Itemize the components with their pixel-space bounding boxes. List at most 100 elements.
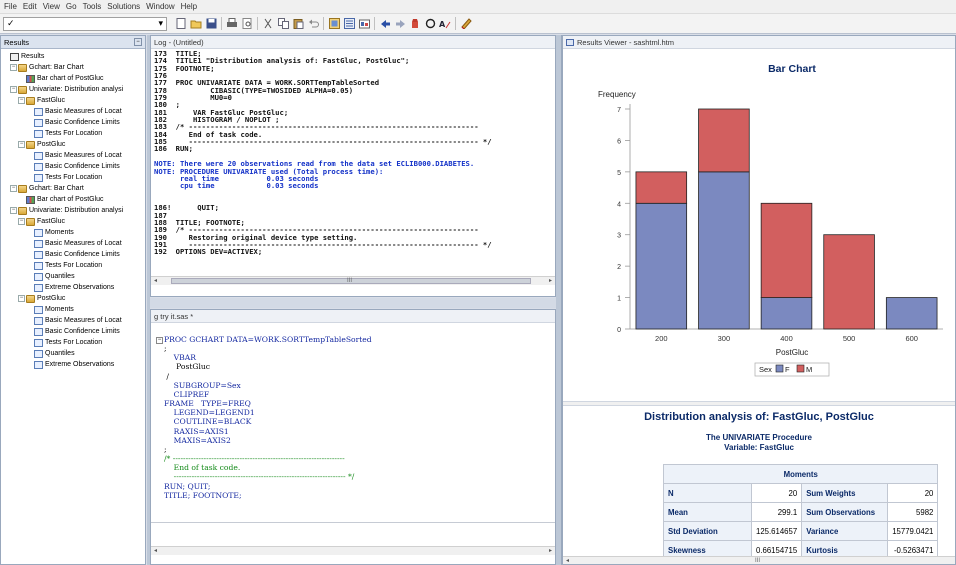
code-line[interactable]: /* -------------------------------------… (164, 454, 555, 463)
code-line[interactable]: COUTLINE=BLACK (164, 417, 555, 426)
tree-item[interactable]: − FastGluc (2, 216, 145, 227)
menu-edit[interactable]: Edit (23, 2, 37, 11)
menu-solutions[interactable]: Solutions (107, 2, 140, 11)
minimize-icon[interactable]: − (134, 38, 142, 46)
tree-item[interactable]: Basic Measures of Locat (2, 106, 145, 117)
menu-file[interactable]: File (4, 2, 17, 11)
command-box[interactable]: ✓ ▾ (3, 16, 167, 31)
log-horizontal-scrollbar[interactable]: ◂ III ▸ (151, 276, 555, 285)
tree-item[interactable]: − Univariate: Distribution analysi (2, 205, 145, 216)
doc-icon (34, 349, 43, 358)
open-icon[interactable] (190, 18, 202, 30)
code-line[interactable]: LEGEND=LEGEND1 (164, 408, 555, 417)
code-line[interactable]: PostGluc (164, 362, 555, 371)
tree-item[interactable]: Bar chart of PostGluc (2, 73, 145, 84)
tree-item[interactable]: Tests For Location (2, 260, 145, 271)
expand-toggle-icon[interactable]: − (18, 141, 25, 148)
menu-help[interactable]: Help (181, 2, 197, 11)
code-line[interactable]: VBAR (164, 353, 555, 362)
tree-item[interactable]: Quantiles (2, 348, 145, 359)
paste-icon[interactable] (292, 18, 304, 30)
code-line[interactable]: ; (164, 344, 555, 353)
tree-item[interactable]: − Univariate: Distribution analysi (2, 84, 145, 95)
viewer-horizontal-scrollbar[interactable]: ◂ III (563, 556, 955, 564)
tree-item[interactable]: Results (2, 51, 145, 62)
horizontal-splitter[interactable] (150, 298, 556, 308)
results-pane: Results − Results − Gchart: Bar Chart Bar c… (0, 35, 146, 565)
tree-item[interactable]: − PostGluc (2, 139, 145, 150)
expand-toggle-icon[interactable]: − (18, 97, 25, 104)
menu-go[interactable]: Go (66, 2, 77, 11)
font-icon[interactable]: A (439, 18, 451, 30)
forward-arrow-icon[interactable] (394, 18, 406, 30)
expand-toggle-icon[interactable]: − (10, 86, 17, 93)
tree-item[interactable]: Basic Measures of Locat (2, 315, 145, 326)
tree-item[interactable]: Tests For Location (2, 337, 145, 348)
tree-item[interactable]: Basic Confidence Limits (2, 117, 145, 128)
code-line[interactable]: FRAME TYPE=FREQ (164, 399, 555, 408)
expand-toggle-icon[interactable]: − (18, 218, 25, 225)
collapse-toggle-icon[interactable]: − (156, 337, 163, 344)
submit-run-icon[interactable] (409, 18, 421, 30)
scroll-right-icon[interactable]: ▸ (549, 277, 552, 285)
cut-icon[interactable] (262, 18, 274, 30)
tree-item[interactable]: − FastGluc (2, 95, 145, 106)
code-line[interactable]: RUN; QUIT; (164, 482, 555, 491)
code-line[interactable]: CLIPREF (164, 390, 555, 399)
new-library-icon[interactable] (328, 18, 340, 30)
y-tick-label: 4 (617, 201, 621, 208)
tree-item[interactable]: Basic Confidence Limits (2, 161, 145, 172)
code-line[interactable]: SUBGROUP=Sex (164, 381, 555, 390)
menu-view[interactable]: View (43, 2, 60, 11)
expand-toggle-icon[interactable]: − (10, 64, 17, 71)
copy-icon[interactable] (277, 18, 289, 30)
tree-item[interactable]: − PostGluc (2, 293, 145, 304)
code-line[interactable]: RAXIS=AXIS1 (164, 427, 555, 436)
tree-item[interactable]: Bar chart of PostGluc (2, 194, 145, 205)
print-icon[interactable] (226, 18, 238, 30)
code-line[interactable]: PROC GCHART DATA=WORK.SORTTempTableSorte… (164, 335, 555, 344)
scroll-right-icon[interactable]: ▸ (549, 547, 552, 555)
tree-item[interactable]: Tests For Location (2, 128, 145, 139)
expand-toggle-icon[interactable]: − (10, 207, 17, 214)
tree-item[interactable]: − Gchart: Bar Chart (2, 62, 145, 73)
expand-toggle-icon[interactable]: − (10, 185, 17, 192)
code-line[interactable]: ; (164, 445, 555, 454)
tree-item[interactable]: Tests For Location (2, 172, 145, 183)
tree-item[interactable]: Basic Confidence Limits (2, 249, 145, 260)
code-line[interactable]: End of task code. (164, 463, 555, 472)
new-icon[interactable] (175, 18, 187, 30)
expand-toggle-icon[interactable]: − (18, 295, 25, 302)
scroll-left-icon[interactable]: ◂ (566, 557, 569, 564)
code-line[interactable]: TITLE; FOOTNOTE; (164, 491, 555, 500)
code-line[interactable]: ----------------------------------------… (164, 472, 555, 481)
tree-item[interactable]: Basic Confidence Limits (2, 326, 145, 337)
chevron-down-icon[interactable]: ▾ (158, 18, 163, 29)
moments-header: Moments (662, 464, 939, 484)
menu-window[interactable]: Window (146, 2, 174, 11)
tree-item[interactable]: Quantiles (2, 271, 145, 282)
tree-item[interactable]: − Gchart: Bar Chart (2, 183, 145, 194)
print-preview-icon[interactable] (241, 18, 253, 30)
query-icon[interactable] (358, 18, 370, 30)
tree-item[interactable]: Extreme Observations (2, 282, 145, 293)
scroll-left-icon[interactable]: ◂ (154, 277, 157, 285)
editor-horizontal-scrollbar[interactable]: ◂ ▸ (151, 546, 555, 555)
back-arrow-icon[interactable] (379, 18, 391, 30)
undo-icon[interactable] (307, 18, 319, 30)
code-line[interactable]: MAXIS=AXIS2 (164, 436, 555, 445)
editor-body[interactable]: − PROC GCHART DATA=WORK.SORTTempTableSor… (151, 323, 555, 555)
tree-item[interactable]: Moments (2, 227, 145, 238)
menu-tools[interactable]: Tools (83, 2, 102, 11)
scroll-left-icon[interactable]: ◂ (154, 547, 157, 555)
clear-all-icon[interactable] (424, 18, 436, 30)
tree-item[interactable]: Basic Measures of Locat (2, 150, 145, 161)
tree-item[interactable]: Extreme Observations (2, 359, 145, 370)
tree-item[interactable]: Moments (2, 304, 145, 315)
sas-explorer-icon[interactable] (343, 18, 355, 30)
save-icon[interactable] (205, 18, 217, 30)
code-lines[interactable]: PROC GCHART DATA=WORK.SORTTempTableSorte… (164, 335, 555, 500)
help-book-icon[interactable] (460, 18, 472, 30)
code-line[interactable]: / (164, 372, 555, 381)
tree-item[interactable]: Basic Measures of Locat (2, 238, 145, 249)
